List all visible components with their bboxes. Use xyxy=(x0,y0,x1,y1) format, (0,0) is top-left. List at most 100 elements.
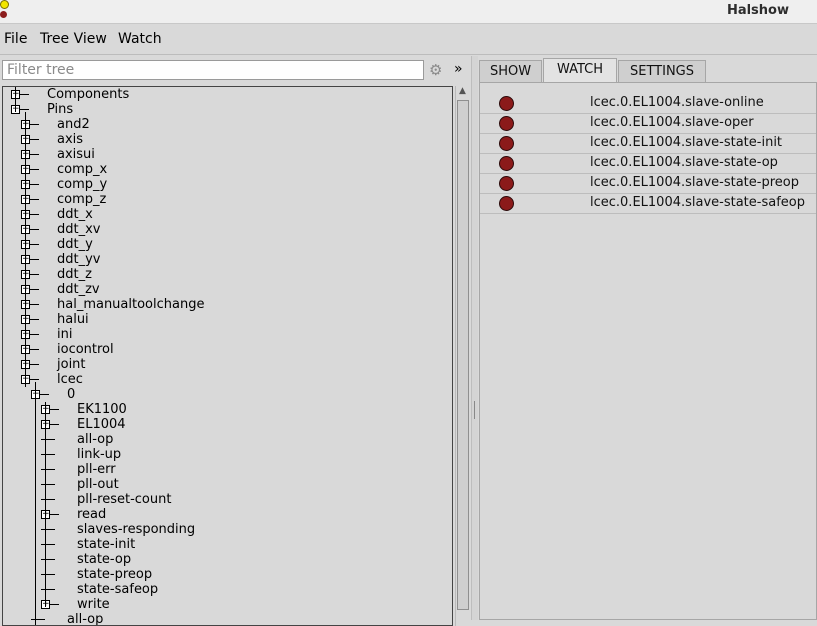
tree-connector xyxy=(41,499,55,500)
led-indicator-icon xyxy=(499,176,514,191)
watch-pin-name: lcec.0.EL1004.slave-state-preop xyxy=(590,175,799,190)
tree-item[interactable]: +ddt_z xyxy=(3,267,443,282)
tree-guide-line xyxy=(25,112,26,387)
tree-connector xyxy=(30,319,39,320)
tree-connector xyxy=(41,529,55,530)
pane-divider[interactable] xyxy=(471,56,478,620)
watch-pin-name: lcec.0.EL1004.slave-state-init xyxy=(590,135,783,150)
tree-item[interactable]: state-op xyxy=(3,552,443,567)
tree-item-label: ddt_y xyxy=(57,237,93,252)
tree-item-label: axis xyxy=(57,132,84,147)
tree-connector xyxy=(30,124,39,125)
tree-item[interactable]: pll-err xyxy=(3,462,443,477)
menu-tree-view[interactable]: Tree View xyxy=(40,31,107,47)
tab-settings[interactable]: SETTINGS xyxy=(618,60,706,82)
tree-scrollbar[interactable]: ▲ xyxy=(455,86,469,626)
watch-row[interactable]: lcec.0.EL1004.slave-state-safeop xyxy=(480,193,816,214)
filter-tree-input[interactable]: Filter tree xyxy=(2,60,424,80)
tree-item[interactable]: +iocontrol xyxy=(3,342,443,357)
tree-item[interactable]: +ddt_zv xyxy=(3,282,443,297)
divider-grip[interactable] xyxy=(474,401,475,419)
tree-item-label: Pins xyxy=(47,102,74,117)
watch-row[interactable]: lcec.0.EL1004.slave-online xyxy=(480,93,816,114)
watch-row[interactable]: lcec.0.EL1004.slave-state-op xyxy=(480,153,816,174)
watch-row[interactable]: lcec.0.EL1004.slave-state-preop xyxy=(480,173,816,194)
tree-item[interactable]: +ini xyxy=(3,327,443,342)
tree-item[interactable]: +write xyxy=(3,597,443,612)
led-indicator-icon xyxy=(499,96,514,111)
tree-connector xyxy=(20,94,29,95)
tree-item[interactable]: slaves-responding xyxy=(3,522,443,537)
tree-connector xyxy=(40,394,49,395)
tree-item[interactable]: +Components xyxy=(3,87,443,102)
tree-item[interactable]: +axis xyxy=(3,132,443,147)
tree-item-label: iocontrol xyxy=(57,342,114,357)
tree-item-label: read xyxy=(77,507,107,522)
tree-connector xyxy=(30,139,39,140)
minimize-icon[interactable] xyxy=(0,0,9,9)
scroll-up-arrow-icon[interactable]: ▲ xyxy=(457,86,468,97)
hal-tree[interactable]: +Components−Pins+and2+axis+axisui+comp_x… xyxy=(2,86,453,626)
tree-item[interactable]: +hal_manualtoolchange xyxy=(3,297,443,312)
tree-item[interactable]: state-safeop xyxy=(3,582,443,597)
tree-item[interactable]: +ddt_xv xyxy=(3,222,443,237)
gear-icon[interactable]: ⚙ xyxy=(429,61,445,79)
tree-item-label: slaves-responding xyxy=(77,522,196,537)
watch-row[interactable]: lcec.0.EL1004.slave-state-init xyxy=(480,133,816,154)
tree-item-label: ddt_yv xyxy=(57,252,101,267)
tree-item[interactable]: −Pins xyxy=(3,102,443,117)
tree-item[interactable]: state-preop xyxy=(3,567,443,582)
tree-item-label: link-up xyxy=(77,447,122,462)
tree-guide-line xyxy=(35,382,36,625)
tree-item[interactable]: +joint xyxy=(3,357,443,372)
tree-item[interactable]: +ddt_yv xyxy=(3,252,443,267)
tree-item[interactable]: pll-reset-count xyxy=(3,492,443,507)
tree-connector xyxy=(30,304,39,305)
tree-guide-line xyxy=(45,402,46,607)
led-indicator-icon xyxy=(499,156,514,171)
led-indicator-icon xyxy=(499,196,514,211)
tree-item[interactable]: −0 xyxy=(3,387,443,402)
tree-item[interactable]: state-init xyxy=(3,537,443,552)
tree-item[interactable]: +read xyxy=(3,507,443,522)
tree-item[interactable]: +halui xyxy=(3,312,443,327)
tab-show[interactable]: SHOW xyxy=(479,60,542,82)
window-title: Halshow xyxy=(726,3,789,18)
tree-item-label: ddt_z xyxy=(57,267,92,282)
tree-item[interactable]: +EK1100 xyxy=(3,402,443,417)
tree-item[interactable]: +axisui xyxy=(3,147,443,162)
tree-item[interactable]: +comp_z xyxy=(3,192,443,207)
menu-watch[interactable]: Watch xyxy=(118,31,162,47)
tab-watch[interactable]: WATCH xyxy=(543,58,617,82)
close-icon[interactable] xyxy=(0,11,7,18)
tree-item-label: Components xyxy=(47,87,130,102)
tree-item-label: state-safeop xyxy=(77,582,159,597)
tree-connector xyxy=(41,454,55,455)
tree-item[interactable]: link-up xyxy=(3,447,443,462)
tree-item-label: pll-err xyxy=(77,462,116,477)
tree-connector xyxy=(30,349,39,350)
more-button[interactable]: » xyxy=(454,61,466,79)
tree-item[interactable]: +EL1004 xyxy=(3,417,443,432)
watch-pin-name: lcec.0.EL1004.slave-state-safeop xyxy=(590,195,805,210)
tree-item-label: state-op xyxy=(77,552,132,567)
tree-item[interactable]: +comp_x xyxy=(3,162,443,177)
watch-pin-name: lcec.0.EL1004.slave-state-op xyxy=(590,155,778,170)
filter-placeholder: Filter tree xyxy=(7,62,75,78)
tree-item[interactable]: +and2 xyxy=(3,117,443,132)
tree-item[interactable]: +comp_y xyxy=(3,177,443,192)
tree-item[interactable]: all-op xyxy=(3,432,443,447)
tree-item-label: EL1004 xyxy=(77,417,126,432)
scroll-thumb[interactable] xyxy=(457,100,469,610)
tree-item[interactable]: +ddt_y xyxy=(3,237,443,252)
tree-item[interactable]: all-op xyxy=(3,612,443,625)
watch-row[interactable]: lcec.0.EL1004.slave-oper xyxy=(480,113,816,134)
tree-guide-line xyxy=(15,87,16,112)
tree-item-label: joint xyxy=(57,357,86,372)
tree-item[interactable]: +ddt_x xyxy=(3,207,443,222)
tree-item-label: ddt_zv xyxy=(57,282,100,297)
tree-item[interactable]: pll-out xyxy=(3,477,443,492)
menu-file[interactable]: File xyxy=(4,31,27,47)
tree-item-label: ddt_xv xyxy=(57,222,101,237)
tree-item[interactable]: −lcec xyxy=(3,372,443,387)
